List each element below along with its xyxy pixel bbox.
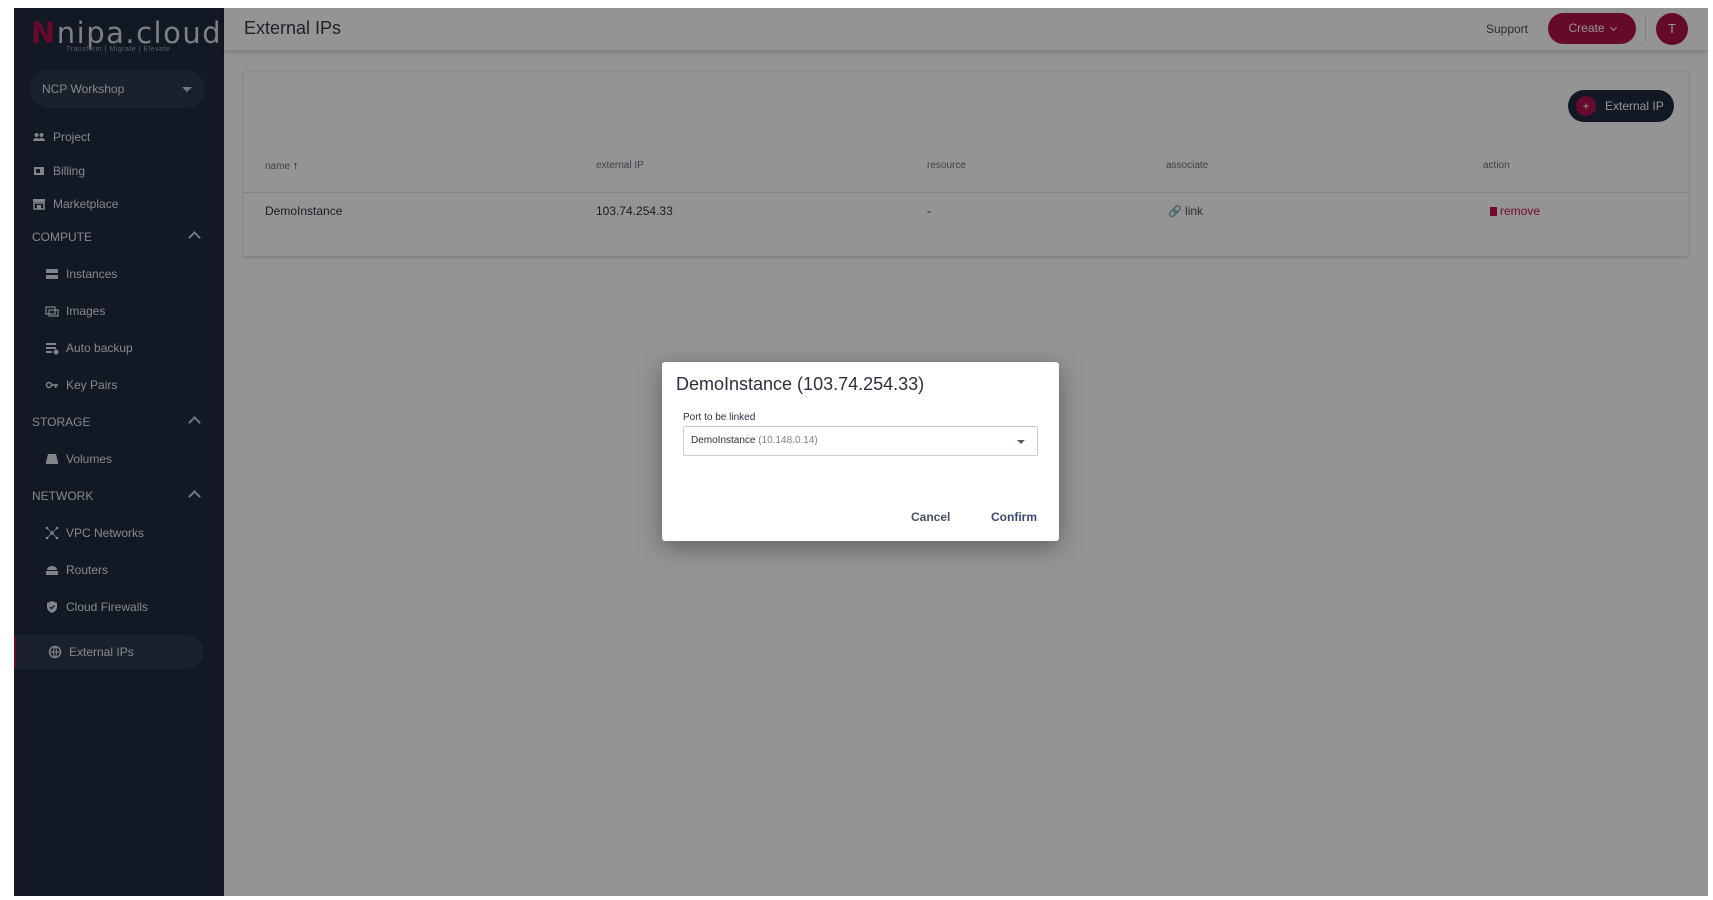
port-select-name: DemoInstance	[691, 435, 756, 446]
caret-down-icon	[1017, 440, 1025, 444]
link-external-ip-dialog: DemoInstance (103.74.254.33) Port to be …	[662, 362, 1059, 541]
dialog-title: DemoInstance (103.74.254.33)	[676, 374, 925, 394]
port-select[interactable]: DemoInstance (10.148.0.14)	[683, 426, 1038, 456]
confirm-button[interactable]: Confirm	[991, 510, 1037, 524]
port-field-label: Port to be linked	[683, 412, 756, 423]
port-select-ip: (10.148.0.14)	[758, 435, 818, 446]
app-frame: Nnipa.cloud Transform | Migrate | Elevat…	[14, 8, 1708, 896]
cancel-button[interactable]: Cancel	[911, 510, 950, 524]
